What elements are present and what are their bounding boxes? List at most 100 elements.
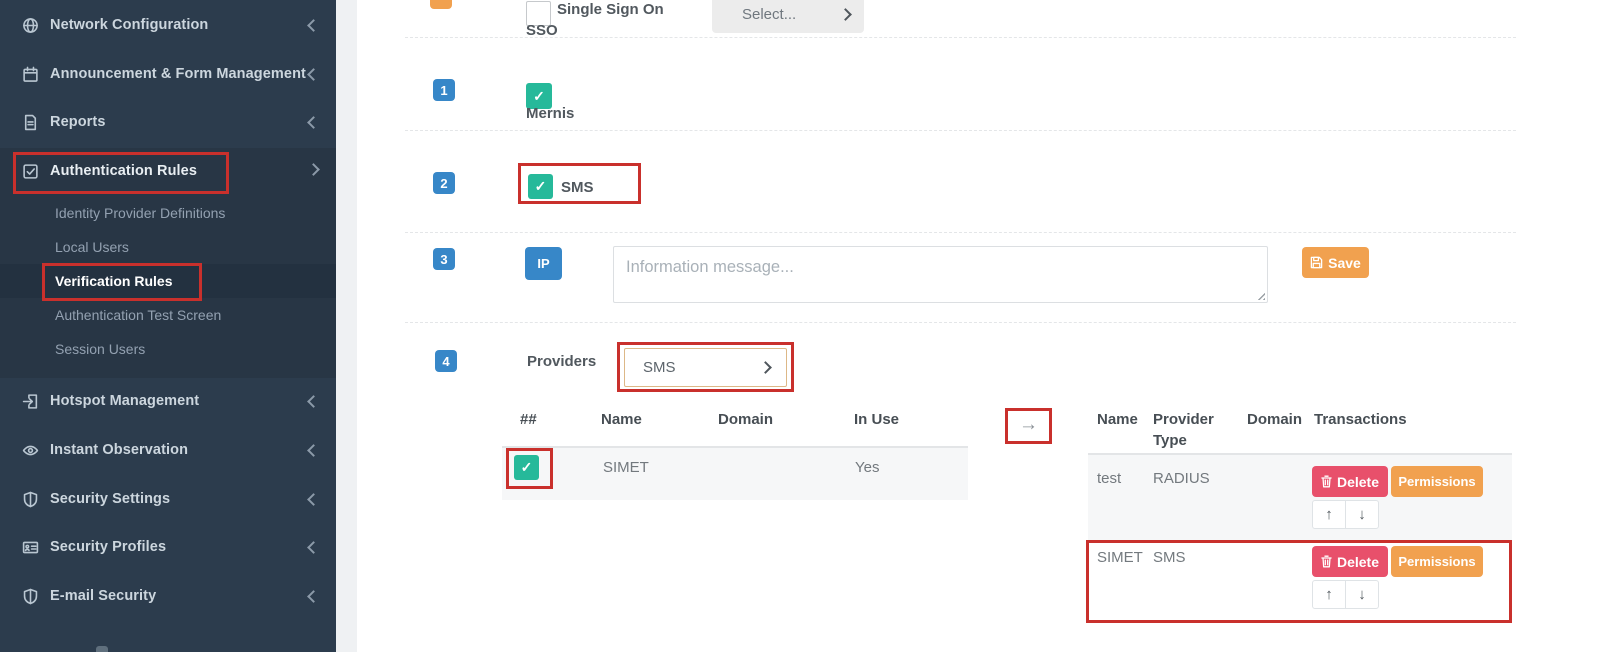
reorder-button-group: ↑ ↓ — [1312, 580, 1379, 609]
reorder-button-group: ↑ ↓ — [1312, 500, 1379, 529]
app-window: Network Configuration Announcement & For… — [0, 0, 1600, 652]
mernis-label: Mernis — [526, 105, 574, 122]
permissions-button[interactable]: Permissions — [1391, 546, 1483, 577]
save-button-label: Save — [1328, 255, 1361, 271]
trash-icon — [1321, 475, 1332, 488]
information-message-textarea[interactable] — [613, 246, 1268, 303]
row-divider — [405, 232, 1516, 233]
report-icon — [22, 114, 39, 131]
assigned-col-header: Provider Type — [1153, 409, 1233, 451]
chevron-left-icon — [307, 493, 320, 506]
assigned-col-header: Domain — [1247, 409, 1302, 430]
row-divider — [405, 322, 1516, 323]
delete-button[interactable]: Delete — [1312, 546, 1388, 577]
sso-select-value: Select... — [742, 6, 796, 23]
check-icon: ✓ — [521, 459, 533, 476]
sidebar-item-label: E-mail Security — [50, 588, 156, 604]
delete-button[interactable]: Delete — [1312, 466, 1388, 497]
id-card-icon — [22, 539, 39, 556]
sidebar-subitem-session-users[interactable]: Session Users — [0, 332, 336, 366]
arrow-down-icon: ↓ — [1358, 506, 1366, 523]
sidebar-item-label: Security Settings — [50, 491, 170, 507]
chevron-down-icon — [839, 8, 852, 21]
sidebar-item-hotspot-management[interactable]: Hotspot Management — [0, 378, 336, 424]
sidebar-item-label: Announcement & Form Management — [50, 66, 306, 82]
step-badge-4: 4 — [435, 350, 457, 372]
ip-button[interactable]: IP — [525, 247, 562, 280]
sidebar-item-label: Security Profiles — [50, 539, 166, 555]
assigned-row-provider-type: RADIUS — [1153, 470, 1210, 487]
sidebar-item-security-settings[interactable]: Security Settings — [0, 476, 336, 522]
check-icon: ✓ — [533, 88, 545, 105]
sidebar-scrollbar-track[interactable] — [336, 0, 357, 652]
sidebar-item-reports[interactable]: Reports — [0, 99, 336, 145]
sidebar-item-instant-observation[interactable]: Instant Observation — [0, 427, 336, 473]
row-divider — [405, 37, 1516, 38]
assigned-row-provider-type: SMS — [1153, 549, 1186, 566]
delete-button-label: Delete — [1337, 474, 1379, 490]
sms-label: SMS — [561, 179, 594, 196]
sso-select[interactable]: Select... — [712, 0, 864, 33]
eye-icon — [22, 442, 39, 459]
move-up-button[interactable]: ↑ — [1312, 500, 1346, 529]
sidebar-item-authentication-rules[interactable]: Authentication Rules — [0, 148, 336, 194]
shield-icon — [22, 588, 39, 605]
step-badge-3: 3 — [433, 248, 455, 270]
sign-in-icon — [22, 393, 39, 410]
arrow-up-icon: ↑ — [1325, 506, 1333, 523]
arrow-down-icon: ↓ — [1358, 586, 1366, 603]
chevron-left-icon — [307, 19, 320, 32]
sidebar-item-label: Hotspot Management — [50, 393, 199, 409]
chevron-left-icon — [307, 541, 320, 554]
sidebar-item-security-profiles[interactable]: Security Profiles — [0, 524, 336, 570]
sidebar-item-network-configuration[interactable]: Network Configuration — [0, 2, 336, 48]
arrow-up-icon: ↑ — [1325, 586, 1333, 603]
available-row-checkbox[interactable]: ✓ — [514, 455, 539, 480]
transfer-arrow-button[interactable]: → — [1019, 414, 1038, 436]
chevron-left-icon — [307, 395, 320, 408]
sidebar-subitem-authentication-test-screen[interactable]: Authentication Test Screen — [0, 298, 336, 332]
chevron-left-icon — [307, 590, 320, 603]
calendar-icon — [22, 66, 39, 83]
move-down-button[interactable]: ↓ — [1345, 580, 1379, 609]
assigned-col-header: Transactions — [1314, 409, 1407, 430]
sso-label: Single Sign On — [557, 1, 664, 18]
sms-checkbox[interactable]: ✓ — [528, 174, 553, 199]
assigned-col-header: Name — [1097, 409, 1138, 430]
step-badge-sso — [430, 0, 452, 9]
available-col-header: Domain — [718, 409, 773, 430]
available-table-row — [502, 448, 968, 500]
globe-icon — [22, 17, 39, 34]
sidebar: Network Configuration Announcement & For… — [0, 0, 336, 652]
step-badge-2: 2 — [433, 172, 455, 194]
sidebar-subitem-verification-rules[interactable]: Verification Rules — [0, 264, 336, 298]
available-row-in-use: Yes — [855, 459, 879, 476]
sidebar-subitem-local-users[interactable]: Local Users — [0, 230, 336, 264]
sidebar-subitem-label: Local Users — [55, 239, 129, 255]
sidebar-subitem-label: Session Users — [55, 341, 145, 357]
sidebar-item-label: Instant Observation — [50, 442, 188, 458]
move-down-button[interactable]: ↓ — [1345, 500, 1379, 529]
chevron-left-icon — [307, 444, 320, 457]
assigned-row-name: SIMET — [1097, 549, 1143, 566]
move-up-button[interactable]: ↑ — [1312, 580, 1346, 609]
sidebar-subitem-label: Verification Rules — [55, 273, 172, 289]
chevron-down-icon — [759, 361, 772, 374]
sidebar-subitem-identity-provider-definitions[interactable]: Identity Provider Definitions — [0, 196, 336, 230]
chevron-down-icon — [307, 163, 320, 176]
providers-select[interactable]: SMS — [624, 348, 787, 387]
sidebar-subitem-label: Identity Provider Definitions — [55, 205, 225, 221]
assigned-row-name: test — [1097, 470, 1121, 487]
sidebar-item-email-security[interactable]: E-mail Security — [0, 573, 336, 619]
sidebar-item-label: Authentication Rules — [50, 163, 197, 179]
step-badge-1: 1 — [433, 79, 455, 101]
providers-label: Providers — [527, 353, 596, 370]
permissions-button[interactable]: Permissions — [1391, 466, 1483, 497]
available-row-name: SIMET — [603, 459, 649, 476]
sidebar-item-announcement-form-management[interactable]: Announcement & Form Management — [0, 51, 336, 97]
sidebar-item-label: Network Configuration — [50, 17, 208, 33]
trash-icon — [1321, 555, 1332, 568]
check-square-icon — [22, 163, 39, 180]
save-button[interactable]: Save — [1302, 247, 1369, 278]
check-icon: ✓ — [535, 178, 547, 195]
